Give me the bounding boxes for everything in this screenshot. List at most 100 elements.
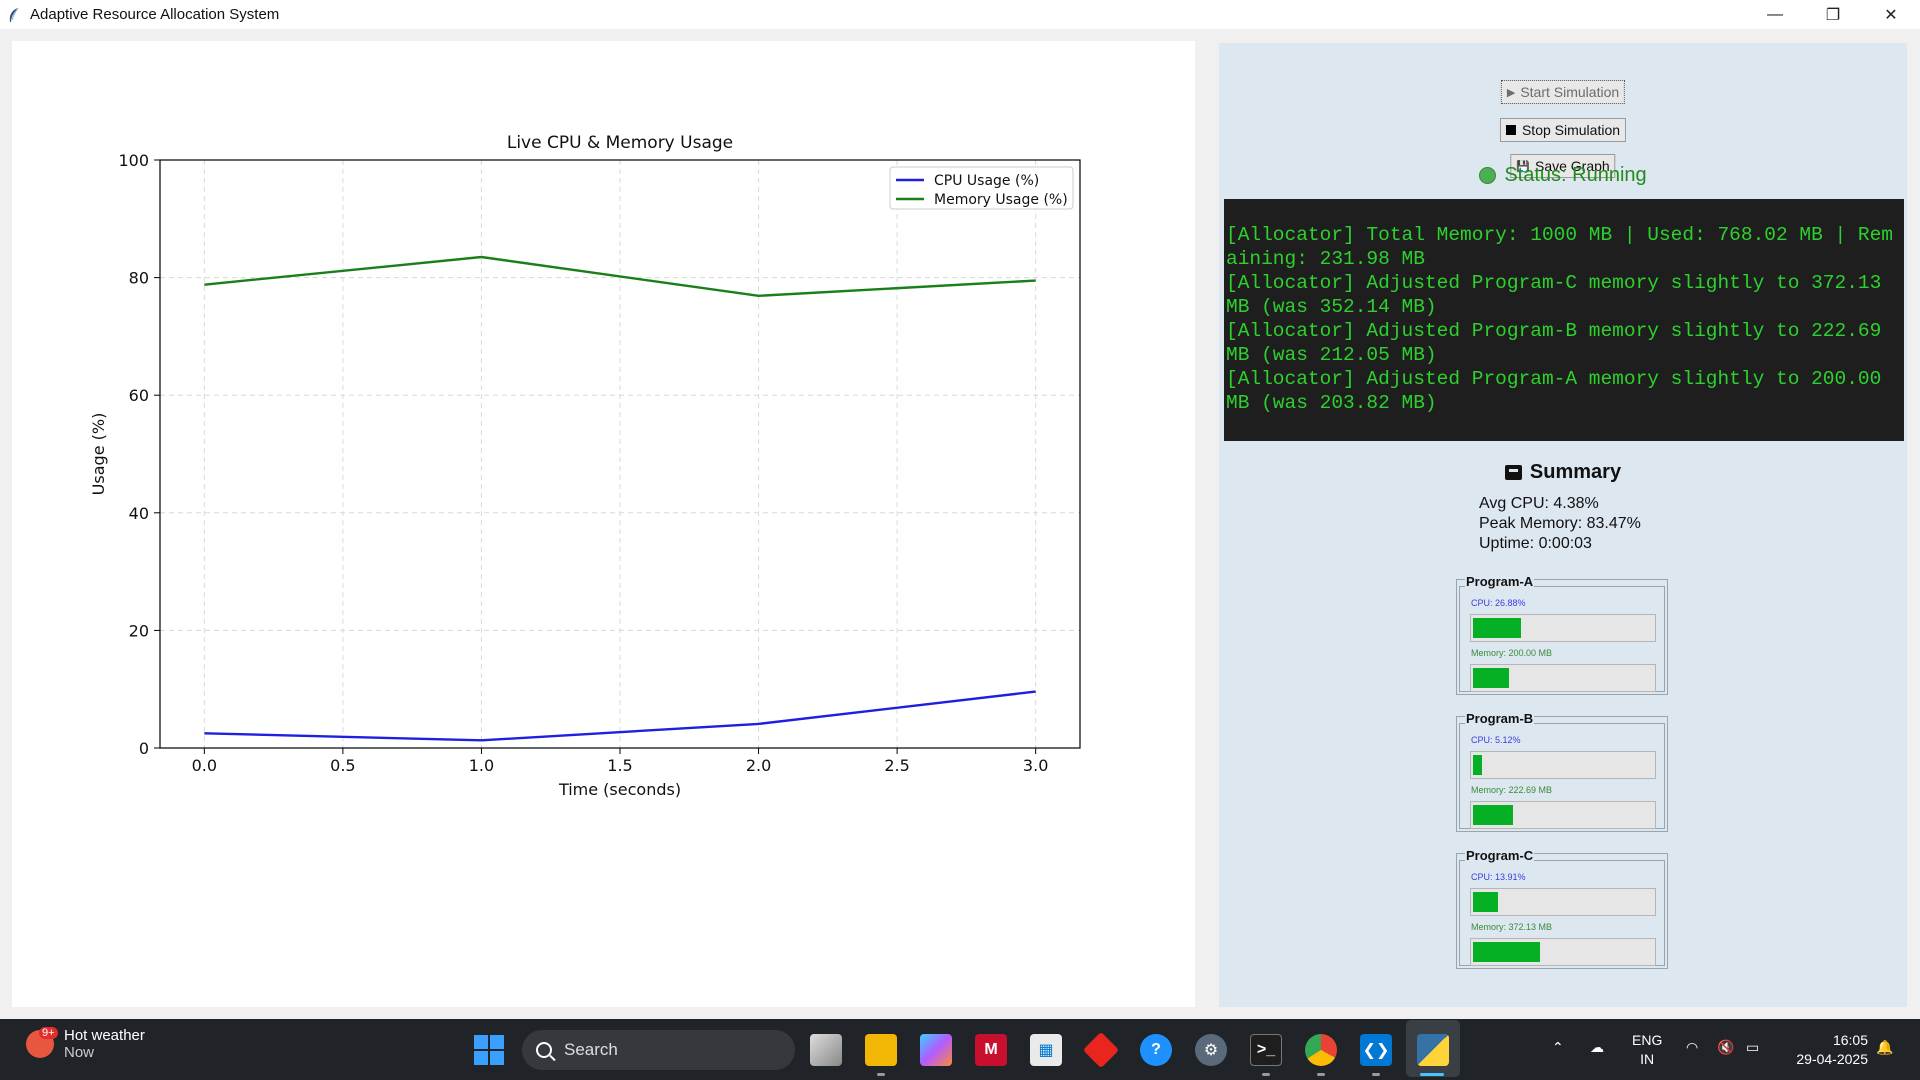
language-code: ENG (1632, 1032, 1663, 1048)
y-tick-label: 20 (129, 621, 149, 640)
weather-subtitle: Now (64, 1044, 95, 1061)
python-app-icon[interactable] (1417, 1034, 1449, 1066)
x-tick-label: 2.5 (884, 756, 909, 775)
network-settings-icon[interactable]: ⚙ (1195, 1034, 1227, 1066)
windows-start-icon[interactable] (474, 1035, 504, 1065)
chrome-icon[interactable] (1305, 1034, 1337, 1066)
cpu-progress-fill (1473, 618, 1521, 638)
onedrive-icon[interactable]: ☁ (1590, 1039, 1604, 1056)
start-simulation-label: Start Simulation (1520, 84, 1620, 100)
x-tick-label: 0.0 (192, 756, 217, 775)
program-b-panel: Program-B CPU: 5.12% Memory: 222.69 MB (1456, 712, 1668, 832)
uptime-text: Uptime: 0:00:03 (1479, 535, 1592, 552)
series-line (204, 690, 1036, 742)
start-simulation-button[interactable]: ▶ Start Simulation (1500, 80, 1626, 104)
cpu-progress-bar (1470, 751, 1656, 779)
status-dot-icon (1479, 167, 1497, 184)
usage-chart: 0.0 0.5 1.0 1.5 2.0 2.5 3.0 0 20 40 60 80 100 Live CP… (89, 133, 1081, 799)
memory-progress-bar (1470, 938, 1656, 966)
taskbar: 9+ Hot weather Now Search M ▦ ? ⚙ >_ ❮❯ … (0, 1019, 1920, 1080)
cpu-progress-bar (1470, 888, 1656, 916)
terminal-icon[interactable]: >_ (1250, 1034, 1282, 1066)
x-tick-label: 3.0 (1023, 756, 1048, 775)
stop-simulation-label: Stop Simulation (1521, 122, 1621, 138)
chevron-up-icon[interactable]: ⌃ (1552, 1039, 1564, 1056)
close-button[interactable]: ✕ (1862, 0, 1920, 29)
y-axis-label: Usage (%) (89, 413, 108, 496)
log-line: [Allocator] Adjusted Program-A memory sl… (1226, 368, 1894, 414)
summary-title: Summary (1529, 461, 1622, 483)
language-indicator[interactable]: ENG IN (1632, 1031, 1662, 1069)
task-view-icon[interactable] (810, 1034, 842, 1066)
language-region: IN (1640, 1051, 1655, 1067)
package-icon (1504, 465, 1522, 480)
restore-button[interactable]: ❐ (1804, 0, 1862, 29)
status-indicator: Status: Running (1219, 164, 1907, 187)
log-line: [Allocator] Adjusted Program-C memory sl… (1226, 272, 1894, 318)
file-explorer-icon[interactable] (865, 1034, 897, 1066)
y-tick-label: 0 (139, 739, 149, 758)
memory-label: Memory: 372.13 MB (1471, 922, 1553, 932)
program-name: Program-A (1465, 574, 1535, 589)
cpu-label: CPU: 5.12% (1471, 735, 1521, 745)
mcafee-icon[interactable]: M (975, 1034, 1007, 1066)
wifi-icon[interactable]: ◠ (1686, 1039, 1698, 1056)
y-tick-label: 100 (118, 151, 149, 170)
stop-simulation-button[interactable]: Stop Simulation (1499, 118, 1627, 142)
microsoft-store-icon[interactable]: ▦ (1030, 1034, 1062, 1066)
x-tick-label: 0.5 (330, 756, 355, 775)
chart-title: Live CPU & Memory Usage (507, 133, 733, 153)
memory-progress-bar (1470, 801, 1656, 829)
x-tick-label: 2.0 (746, 756, 771, 775)
log-line: [Allocator] Total Memory: 1000 MB | Used… (1226, 224, 1894, 270)
peak-memory-text: Peak Memory: 83.47% (1479, 515, 1641, 532)
notifications-icon[interactable]: 🔔 (1876, 1039, 1893, 1056)
cpu-label: CPU: 13.91% (1471, 872, 1526, 882)
avg-cpu-text: Avg CPU: 4.38% (1479, 495, 1599, 512)
program-name: Program-C (1465, 848, 1535, 863)
main-area: 0.0 0.5 1.0 1.5 2.0 2.5 3.0 0 20 40 60 80 100 Live CP… (0, 29, 1920, 1019)
notification-badge: 9+ (39, 1027, 58, 1039)
cpu-progress-bar (1470, 614, 1656, 642)
memory-label: Memory: 200.00 MB (1471, 648, 1553, 658)
taskbar-search[interactable]: Search (522, 1030, 795, 1070)
battery-icon[interactable]: ▭ (1746, 1039, 1759, 1056)
memory-label: Memory: 222.69 MB (1471, 785, 1553, 795)
chart-panel: 0.0 0.5 1.0 1.5 2.0 2.5 3.0 0 20 40 60 80 100 Live CP… (12, 41, 1195, 1007)
control-panel: ▶ Start Simulation Stop Simulation 💾 Sav… (1219, 43, 1907, 1007)
x-axis-label: Time (seconds) (558, 780, 681, 799)
speaker-muted-icon[interactable]: 🔇 (1717, 1039, 1734, 1056)
memory-progress-fill (1473, 805, 1513, 825)
program-a-panel: Program-A CPU: 26.88% Memory: 200.00 MB (1456, 575, 1668, 695)
y-tick-label: 60 (129, 386, 149, 405)
memory-progress-bar (1470, 664, 1656, 692)
log-line: [Allocator] Adjusted Program-B memory sl… (1226, 320, 1894, 366)
memory-progress-fill (1473, 668, 1509, 688)
stop-icon (1505, 125, 1516, 135)
get-help-icon[interactable]: ? (1140, 1034, 1172, 1066)
memory-progress-fill (1473, 942, 1540, 962)
search-icon (536, 1042, 552, 1058)
program-c-panel: Program-C CPU: 13.91% Memory: 372.13 MB (1456, 849, 1668, 969)
clock-date: 29-04-2025 (1796, 1051, 1868, 1067)
clock-time: 16:05 (1832, 1032, 1868, 1048)
weather-widget[interactable]: 9+ Hot weather Now (26, 1027, 145, 1061)
copilot-icon[interactable] (920, 1034, 952, 1066)
x-tick-label: 1.5 (607, 756, 632, 775)
minimize-button[interactable]: — (1746, 0, 1804, 29)
cpu-progress-fill (1473, 755, 1482, 775)
vscode-icon[interactable]: ❮❯ (1360, 1034, 1392, 1066)
search-placeholder: Search (564, 1040, 618, 1059)
play-icon: ▶ (1506, 86, 1516, 99)
status-text: Status: Running (1504, 164, 1647, 186)
feather-app-icon (9, 7, 19, 22)
program-name: Program-B (1465, 711, 1535, 726)
weather-title: Hot weather (64, 1027, 145, 1044)
clock[interactable]: 16:05 29-04-2025 (1796, 1031, 1868, 1069)
summary-heading: Summary (1219, 461, 1907, 484)
x-tick-label: 1.0 (469, 756, 494, 775)
legend-label: Memory Usage (%) (934, 192, 1068, 208)
git-client-icon[interactable] (1082, 1031, 1120, 1069)
y-tick-label: 40 (129, 504, 149, 523)
cpu-progress-fill (1473, 892, 1498, 912)
